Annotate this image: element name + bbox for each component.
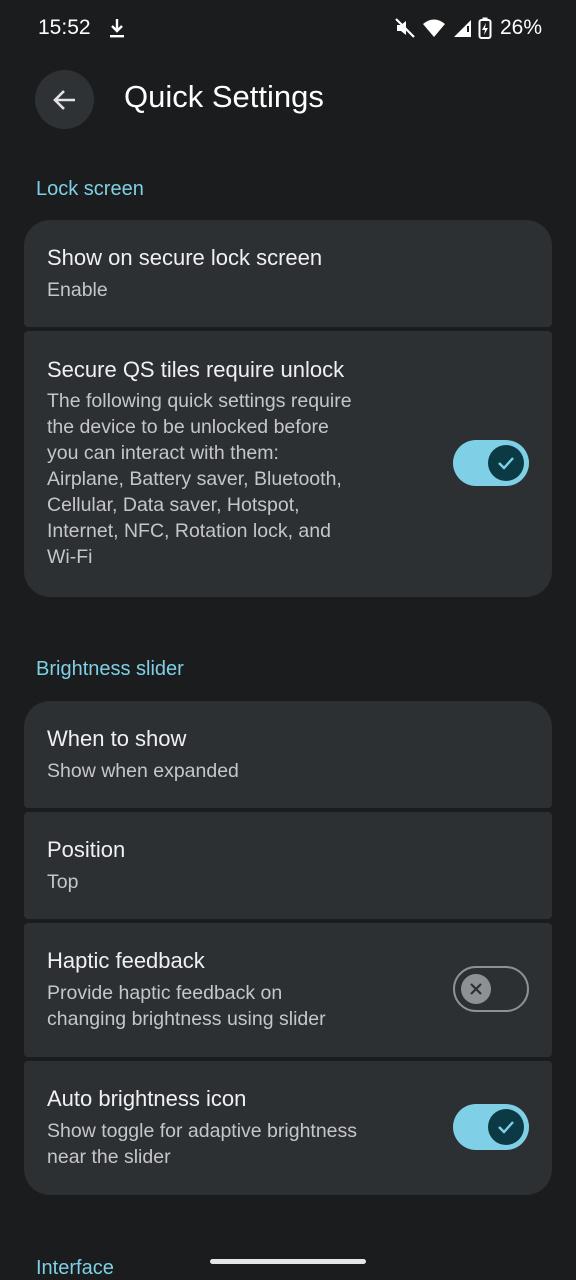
arrow-back-icon: [52, 89, 75, 110]
setting-summary: Top: [47, 871, 79, 893]
setting-title: Position: [47, 837, 126, 862]
status-time: 15:52: [38, 16, 91, 39]
check-icon: [498, 1121, 514, 1134]
setting-title: When to show: [47, 726, 187, 751]
section-header-brightness-slider: Brightness slider: [36, 658, 184, 680]
setting-title: Auto brightness icon: [47, 1086, 247, 1111]
close-icon: [470, 983, 482, 995]
section-header-interface: Interface: [36, 1257, 114, 1279]
check-icon: [498, 457, 514, 470]
download-icon: [110, 19, 124, 38]
battery-percentage: 26%: [499, 16, 542, 39]
setting-summary: Show when expanded: [47, 760, 239, 782]
setting-auto-brightness-icon[interactable]: Auto brightness icon Show toggle for ada…: [24, 1061, 552, 1195]
auto-brightness-icon-toggle[interactable]: [453, 1104, 529, 1150]
setting-summary: Provide haptic feedback on changing brig…: [47, 982, 326, 1030]
setting-title: Haptic feedback: [47, 948, 205, 973]
toggle-knob: [488, 1109, 524, 1145]
cellular-signal-icon: [453, 20, 471, 37]
page-title: Quick Settings: [124, 79, 324, 114]
setting-summary: The following quick settings require the…: [47, 390, 352, 568]
mute-icon: [395, 18, 415, 38]
wifi-icon: [422, 19, 445, 37]
secure-qs-tiles-toggle[interactable]: [453, 440, 529, 486]
setting-title: Show on secure lock screen: [47, 245, 323, 270]
status-bar: 15:52 26%: [0, 0, 576, 56]
setting-secure-qs-tiles-require-unlock[interactable]: Secure QS tiles require unlock The follo…: [24, 331, 552, 597]
toggle-knob: [461, 974, 491, 1004]
setting-haptic-feedback[interactable]: Haptic feedback Provide haptic feedback …: [24, 923, 552, 1057]
setting-summary: Enable: [47, 279, 108, 301]
haptic-feedback-toggle[interactable]: [453, 966, 529, 1012]
toggle-knob: [488, 445, 524, 481]
status-icons: 26%: [394, 16, 542, 40]
setting-show-on-secure-lock-screen[interactable]: Show on secure lock screen Enable: [24, 220, 552, 327]
setting-when-to-show[interactable]: When to show Show when expanded: [24, 701, 552, 808]
battery-charging-icon: [478, 17, 492, 39]
gesture-nav-handle[interactable]: [210, 1259, 366, 1264]
app-bar: Quick Settings: [0, 56, 576, 144]
setting-position[interactable]: Position Top: [24, 812, 552, 919]
setting-title: Secure QS tiles require unlock: [47, 357, 345, 382]
section-header-lock-screen: Lock screen: [36, 178, 144, 200]
setting-summary: Show toggle for adaptive brightness near…: [47, 1120, 358, 1168]
back-button[interactable]: [35, 70, 94, 129]
